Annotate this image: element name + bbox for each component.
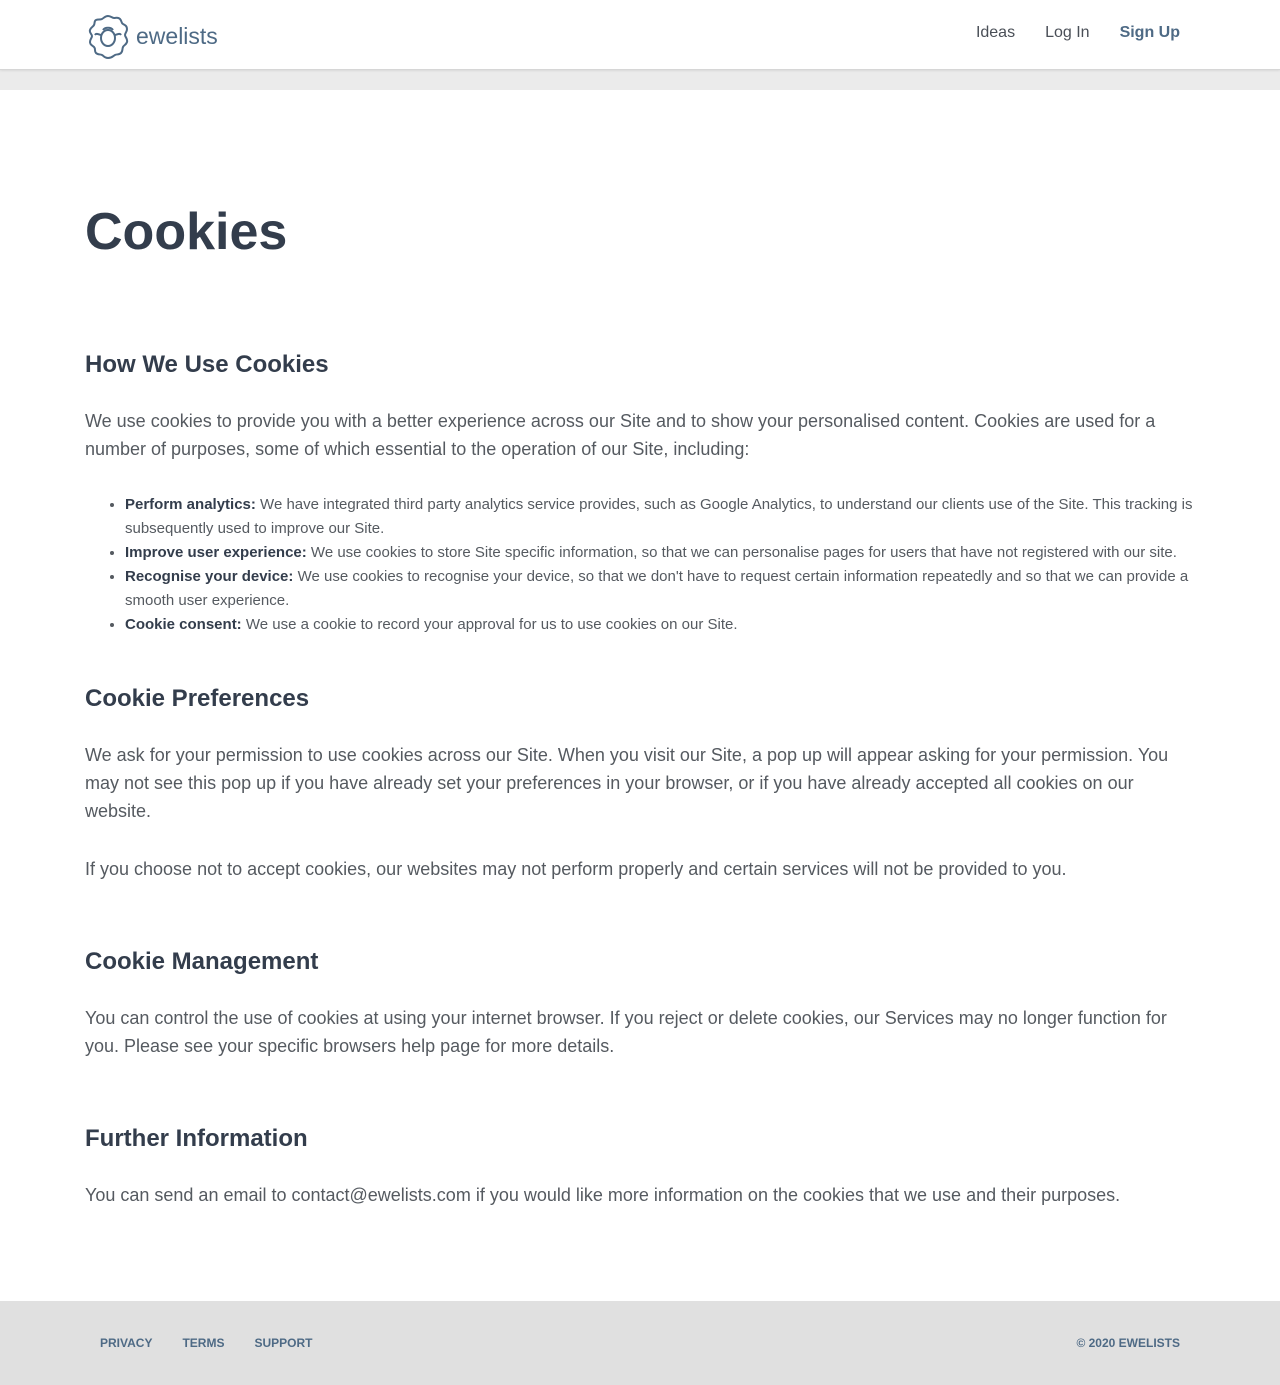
section-heading: Cookie Management [85, 948, 319, 975]
item-label: Recognise your device: [125, 568, 294, 585]
main-nav: Ideas Log In Sign Up [976, 24, 1180, 42]
header-band [0, 70, 1280, 90]
logo[interactable]: ewelists [85, 13, 218, 59]
page-title: Cookies [85, 203, 288, 261]
list-item: Recognise your device: We use cookies to… [125, 565, 1195, 613]
footer-link-support[interactable]: SUPPORT [254, 1336, 312, 1350]
list-item: Cookie consent: We use a cookie to recor… [125, 613, 1195, 637]
nav-ideas[interactable]: Ideas [976, 24, 1015, 42]
cookie-uses-list: Perform analytics: We have integrated th… [125, 493, 1195, 637]
item-text: We have integrated third party analytics… [125, 496, 1193, 537]
paragraph: You can control the use of cookies at us… [85, 1008, 1167, 1056]
sheep-logo-icon [88, 14, 129, 59]
main-content: Cookies How We Use Cookies We use cookie… [0, 202, 1280, 1209]
section-heading: Further Information [85, 1125, 308, 1152]
site-header: ewelists Ideas Log In Sign Up [0, 0, 1280, 70]
list-item: Perform analytics: We have integrated th… [125, 493, 1195, 541]
nav-log-in[interactable]: Log In [1045, 24, 1089, 42]
item-label: Cookie consent: [125, 616, 242, 633]
paragraph: We use cookies to provide you with a bet… [85, 411, 1156, 459]
nav-sign-up[interactable]: Sign Up [1120, 24, 1180, 42]
list-item: Improve user experience: We use cookies … [125, 541, 1195, 565]
footer-link-privacy[interactable]: PRIVACY [100, 1336, 152, 1350]
item-text: We use a cookie to record your approval … [241, 616, 738, 633]
item-text: We use cookies to store Site specific in… [306, 544, 1177, 561]
copyright: © 2020 EWELISTS [1076, 1336, 1180, 1350]
section-heading: How We Use Cookies [85, 351, 329, 378]
paragraph: If you choose not to accept cookies, our… [85, 859, 1067, 879]
paragraph: We ask for your permission to use cookie… [85, 745, 1169, 821]
site-footer: PRIVACY TERMS SUPPORT © 2020 EWELISTS [0, 1301, 1280, 1385]
footer-link-terms[interactable]: TERMS [182, 1336, 224, 1350]
item-label: Improve user experience: [125, 544, 307, 561]
logo-text: ewelists [136, 22, 218, 49]
item-label: Perform analytics: [125, 496, 256, 513]
section-heading: Cookie Preferences [85, 685, 310, 712]
paragraph: You can send an email to contact@ewelist… [85, 1185, 1121, 1205]
